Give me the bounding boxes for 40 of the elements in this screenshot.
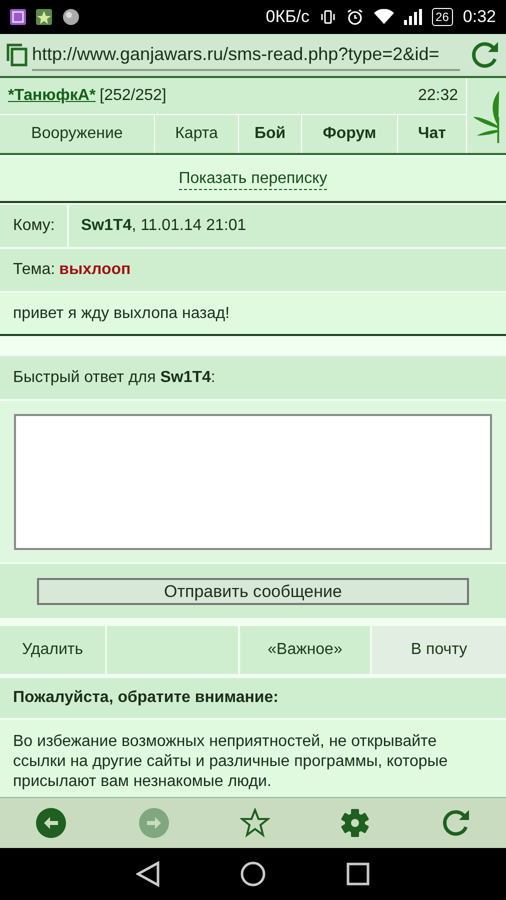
nav-link[interactable]: Вооружение	[0, 115, 155, 153]
reload-icon[interactable]	[440, 808, 471, 838]
nav-link[interactable]: Карта	[155, 115, 239, 153]
recents-nav-icon[interactable]	[346, 862, 370, 886]
message-body: привет я жду выхлопа назад!	[13, 304, 230, 324]
field-label: Тема:	[13, 260, 56, 280]
notice-title: Пожалуйста, обратите внимание:	[13, 688, 278, 708]
star-app-icon	[36, 9, 52, 25]
home-nav-icon[interactable]	[240, 861, 266, 887]
vibrate-icon	[320, 9, 336, 25]
nav-link[interactable]: Форум	[302, 115, 398, 153]
show-thread-link[interactable]: Показать переписку	[178, 168, 328, 190]
back-icon[interactable]	[35, 807, 68, 839]
reload-icon[interactable]	[470, 40, 500, 70]
reply-label: Быстрый ответ для Sw1T4:	[13, 368, 216, 388]
settings-icon[interactable]	[340, 808, 370, 838]
back-nav-icon[interactable]	[136, 861, 160, 887]
nav-link[interactable]: Бой	[239, 115, 302, 153]
send-button[interactable]: Отправить сообщение	[37, 578, 469, 604]
action-link[interactable]: Удалить	[0, 626, 107, 674]
action-link[interactable]: «Важное»	[240, 626, 372, 674]
network-speed: 0КБ/с	[266, 6, 310, 28]
gallery-icon	[10, 9, 26, 25]
alarm-icon	[346, 8, 364, 26]
server-time: 22:32	[418, 86, 458, 106]
notice-text: Во избежание возможных неприятностей, не открывайте ссылки на другие сайты и различные программы, которые присылают вам незнакомые люди.	[13, 732, 449, 792]
field-label: Кому:	[0, 205, 69, 247]
clock: 0:32	[462, 6, 496, 28]
reply-textarea[interactable]	[14, 414, 492, 550]
recipient-text: Sw1T4, 11.01.14 21:01	[80, 216, 246, 236]
tabs-icon[interactable]	[6, 43, 28, 67]
nav-link[interactable]: Чат	[398, 115, 466, 153]
bookmark-star-icon[interactable]	[240, 808, 270, 838]
user-link[interactable]: *ТанюфкА*	[8, 84, 96, 108]
action-link[interactable]: В почту	[372, 626, 506, 674]
health-counter: [252/252]	[100, 86, 166, 106]
battery-indicator: 26	[432, 8, 453, 26]
subject-text: выхлооп	[59, 260, 131, 280]
signal-icon	[404, 9, 422, 25]
wifi-icon	[374, 9, 394, 25]
